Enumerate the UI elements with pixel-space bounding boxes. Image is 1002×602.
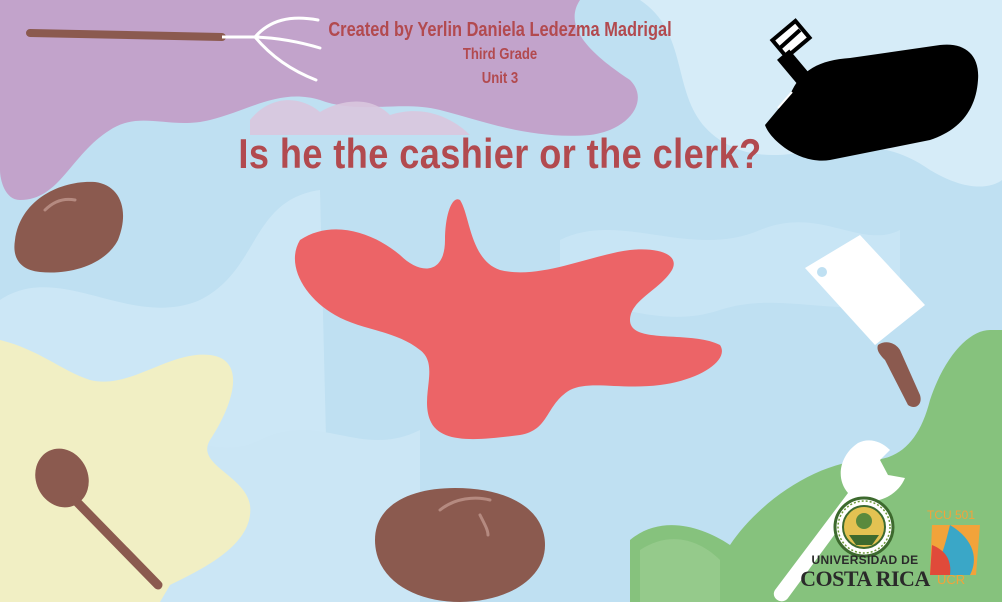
- credit-author: Created by Yerlin Daniela Ledezma Madrig…: [328, 19, 672, 41]
- slide: Created by Yerlin Daniela Ledezma Madrig…: [0, 0, 1002, 602]
- tcu-sub-label: UCR: [937, 572, 966, 587]
- question-title: Is he the cashier or the clerk?: [238, 130, 762, 177]
- background-art: [0, 0, 1002, 602]
- credit-unit: Unit 3: [481, 70, 519, 87]
- tcu-logo-icon: [930, 525, 980, 575]
- university-name-line2: COSTA RICA: [800, 566, 930, 591]
- ucr-seal-icon: [833, 496, 895, 558]
- university-name-line1: UNIVERSIDAD DE: [811, 553, 919, 567]
- bread-icon: [375, 488, 545, 602]
- tcu-label: TCU 501: [927, 508, 976, 522]
- credit-grade: Third Grade: [462, 46, 538, 63]
